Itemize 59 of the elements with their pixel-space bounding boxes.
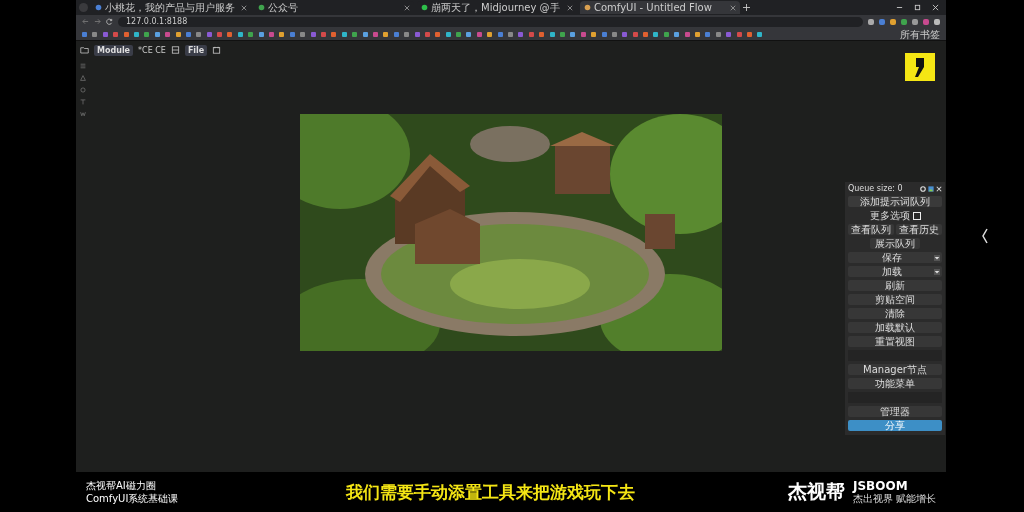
queue-size-label: Queue size: 0 bbox=[848, 184, 904, 193]
panel-button[interactable]: 加载默认 bbox=[848, 322, 942, 333]
close-icon[interactable] bbox=[932, 4, 939, 11]
panel-button[interactable]: 功能菜单 bbox=[848, 378, 942, 389]
panel-button[interactable]: Manager节点 bbox=[848, 364, 942, 375]
panel-button[interactable]: 管理器 bbox=[848, 406, 942, 417]
chevron-left-icon[interactable] bbox=[981, 228, 989, 244]
bookmarks-folder-link[interactable]: 所有书签 bbox=[900, 28, 940, 40]
checkbox[interactable] bbox=[912, 211, 921, 220]
panel-button[interactable]: 刷新 bbox=[848, 280, 942, 291]
triangle-icon[interactable] bbox=[80, 75, 86, 81]
image-icon[interactable] bbox=[928, 185, 934, 192]
queue-prompt-button[interactable]: 添加提示词队列 bbox=[848, 196, 942, 207]
caret-icon bbox=[934, 254, 940, 261]
text-tool-icon[interactable] bbox=[80, 99, 86, 105]
panel-button[interactable]: 展示队列 bbox=[870, 238, 920, 249]
address-field[interactable]: 127.0.0.1:8188 bbox=[118, 16, 863, 27]
folder-icon[interactable] bbox=[80, 46, 89, 54]
shortcut-label: *CE CE bbox=[138, 45, 166, 55]
back-icon[interactable] bbox=[82, 18, 89, 25]
close-icon[interactable] bbox=[241, 4, 247, 11]
circle-icon[interactable] bbox=[80, 87, 86, 93]
favicon-icon bbox=[421, 4, 428, 11]
favicon-icon bbox=[95, 4, 102, 11]
reload-icon[interactable] bbox=[106, 18, 113, 25]
favicon-icon bbox=[584, 4, 591, 11]
wave-tool-icon[interactable] bbox=[80, 111, 86, 117]
course-title: 杰视帮AI磁力圈 bbox=[86, 479, 157, 492]
panel-button[interactable]: 剪贴空间 bbox=[848, 294, 942, 305]
checkbox-label: 更多选项 bbox=[869, 210, 910, 221]
slogan-text: 赋能增长 bbox=[896, 493, 936, 504]
favicon-icon bbox=[258, 4, 265, 11]
file-menu-button[interactable]: File bbox=[184, 44, 208, 56]
share-button[interactable]: 分享 bbox=[848, 420, 942, 431]
course-title: ComfyUI系统基础课 bbox=[86, 492, 180, 505]
module-button[interactable]: Module bbox=[94, 44, 134, 56]
slogan-text: 杰出视界 bbox=[853, 493, 893, 504]
panel-dropdown-button[interactable]: 加载 bbox=[848, 266, 942, 277]
brand-name: 杰视帮 bbox=[788, 479, 845, 504]
minimize-icon[interactable] bbox=[896, 4, 903, 11]
new-tab-icon[interactable] bbox=[743, 4, 750, 11]
forward-icon[interactable] bbox=[94, 18, 101, 25]
browser-tab[interactable]: ComfyUI - Untitled Flow bbox=[580, 1, 740, 14]
panel-button[interactable]: 清除 bbox=[848, 308, 942, 319]
close-icon[interactable] bbox=[567, 4, 573, 11]
panel-button[interactable]: 查看历史 bbox=[896, 224, 942, 235]
logo-icon bbox=[905, 53, 935, 81]
caret-icon bbox=[934, 268, 940, 275]
save-icon[interactable] bbox=[170, 46, 180, 54]
panel-button[interactable]: 查看队列 bbox=[848, 224, 894, 235]
subtitle: 我们需要手动添置工具来把游戏玩下去 bbox=[346, 480, 636, 504]
brand-name: JSBOOM bbox=[853, 480, 909, 493]
close-icon[interactable] bbox=[404, 4, 410, 11]
maximize-icon[interactable] bbox=[914, 4, 921, 11]
close-icon[interactable] bbox=[730, 4, 736, 11]
calendar-icon[interactable] bbox=[212, 46, 222, 54]
panel-dropdown-button[interactable]: 保存 bbox=[848, 252, 942, 263]
panel-button[interactable]: 重置视图 bbox=[848, 336, 942, 347]
settings-icon[interactable] bbox=[920, 185, 926, 192]
